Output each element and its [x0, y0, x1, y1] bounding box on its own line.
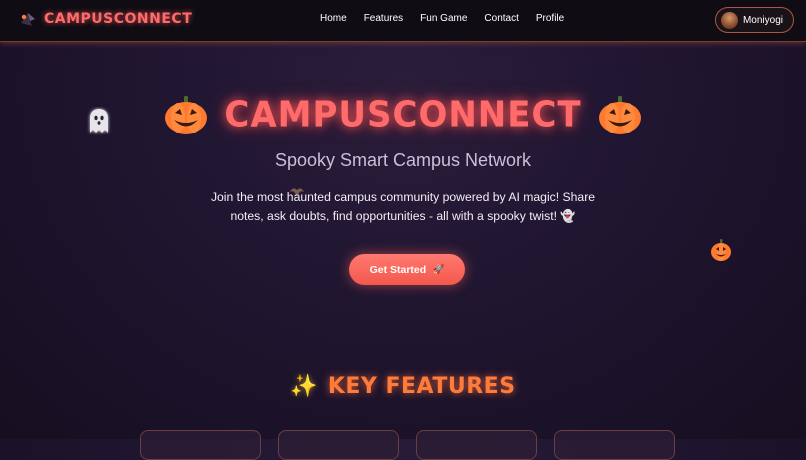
get-started-label: Get Started [369, 263, 427, 276]
feature-card[interactable] [416, 430, 537, 460]
nav-link-fun-game[interactable]: Fun Game [420, 13, 467, 24]
features-title: KEY FEATURES [327, 374, 516, 399]
hero-title: CAMPUSCONNECT [224, 94, 582, 136]
sparkles-icon: ✨ [290, 374, 318, 399]
feature-card[interactable] [140, 430, 261, 460]
pumpkin-icon [164, 95, 208, 135]
hero-subtitle: Spooky Smart Campus Network [274, 150, 532, 170]
hero-title-row: CAMPUSCONNECT [0, 94, 806, 136]
brand-logo[interactable]: CAMPUSCONNECT [18, 9, 192, 29]
nav-link-profile[interactable]: Profile [536, 13, 564, 24]
brand-ghost-icon [18, 9, 38, 29]
avatar [720, 11, 738, 29]
user-name: Moniyogi [742, 14, 783, 26]
get-started-button[interactable]: Get Started 🚀 [349, 254, 465, 285]
features-heading: ✨ KEY FEATURES [0, 374, 806, 399]
navbar: CAMPUSCONNECT Home Features Fun Game Con… [0, 0, 806, 42]
nav-link-home[interactable]: Home [320, 13, 347, 24]
rocket-icon: 🚀 [433, 264, 445, 274]
feature-card[interactable] [554, 430, 675, 460]
small-pumpkin-icon [710, 238, 732, 262]
nav-links: Home Features Fun Game Contact Profile [320, 13, 564, 24]
pumpkin-icon [598, 95, 642, 135]
feature-card[interactable] [278, 430, 399, 460]
nav-link-features[interactable]: Features [364, 13, 403, 24]
nav-link-contact[interactable]: Contact [484, 13, 518, 24]
hero-description: Join the most haunted campus community p… [210, 190, 596, 223]
brand-name: CAMPUSCONNECT [44, 11, 193, 27]
user-profile-button[interactable]: Moniyogi [714, 7, 794, 33]
